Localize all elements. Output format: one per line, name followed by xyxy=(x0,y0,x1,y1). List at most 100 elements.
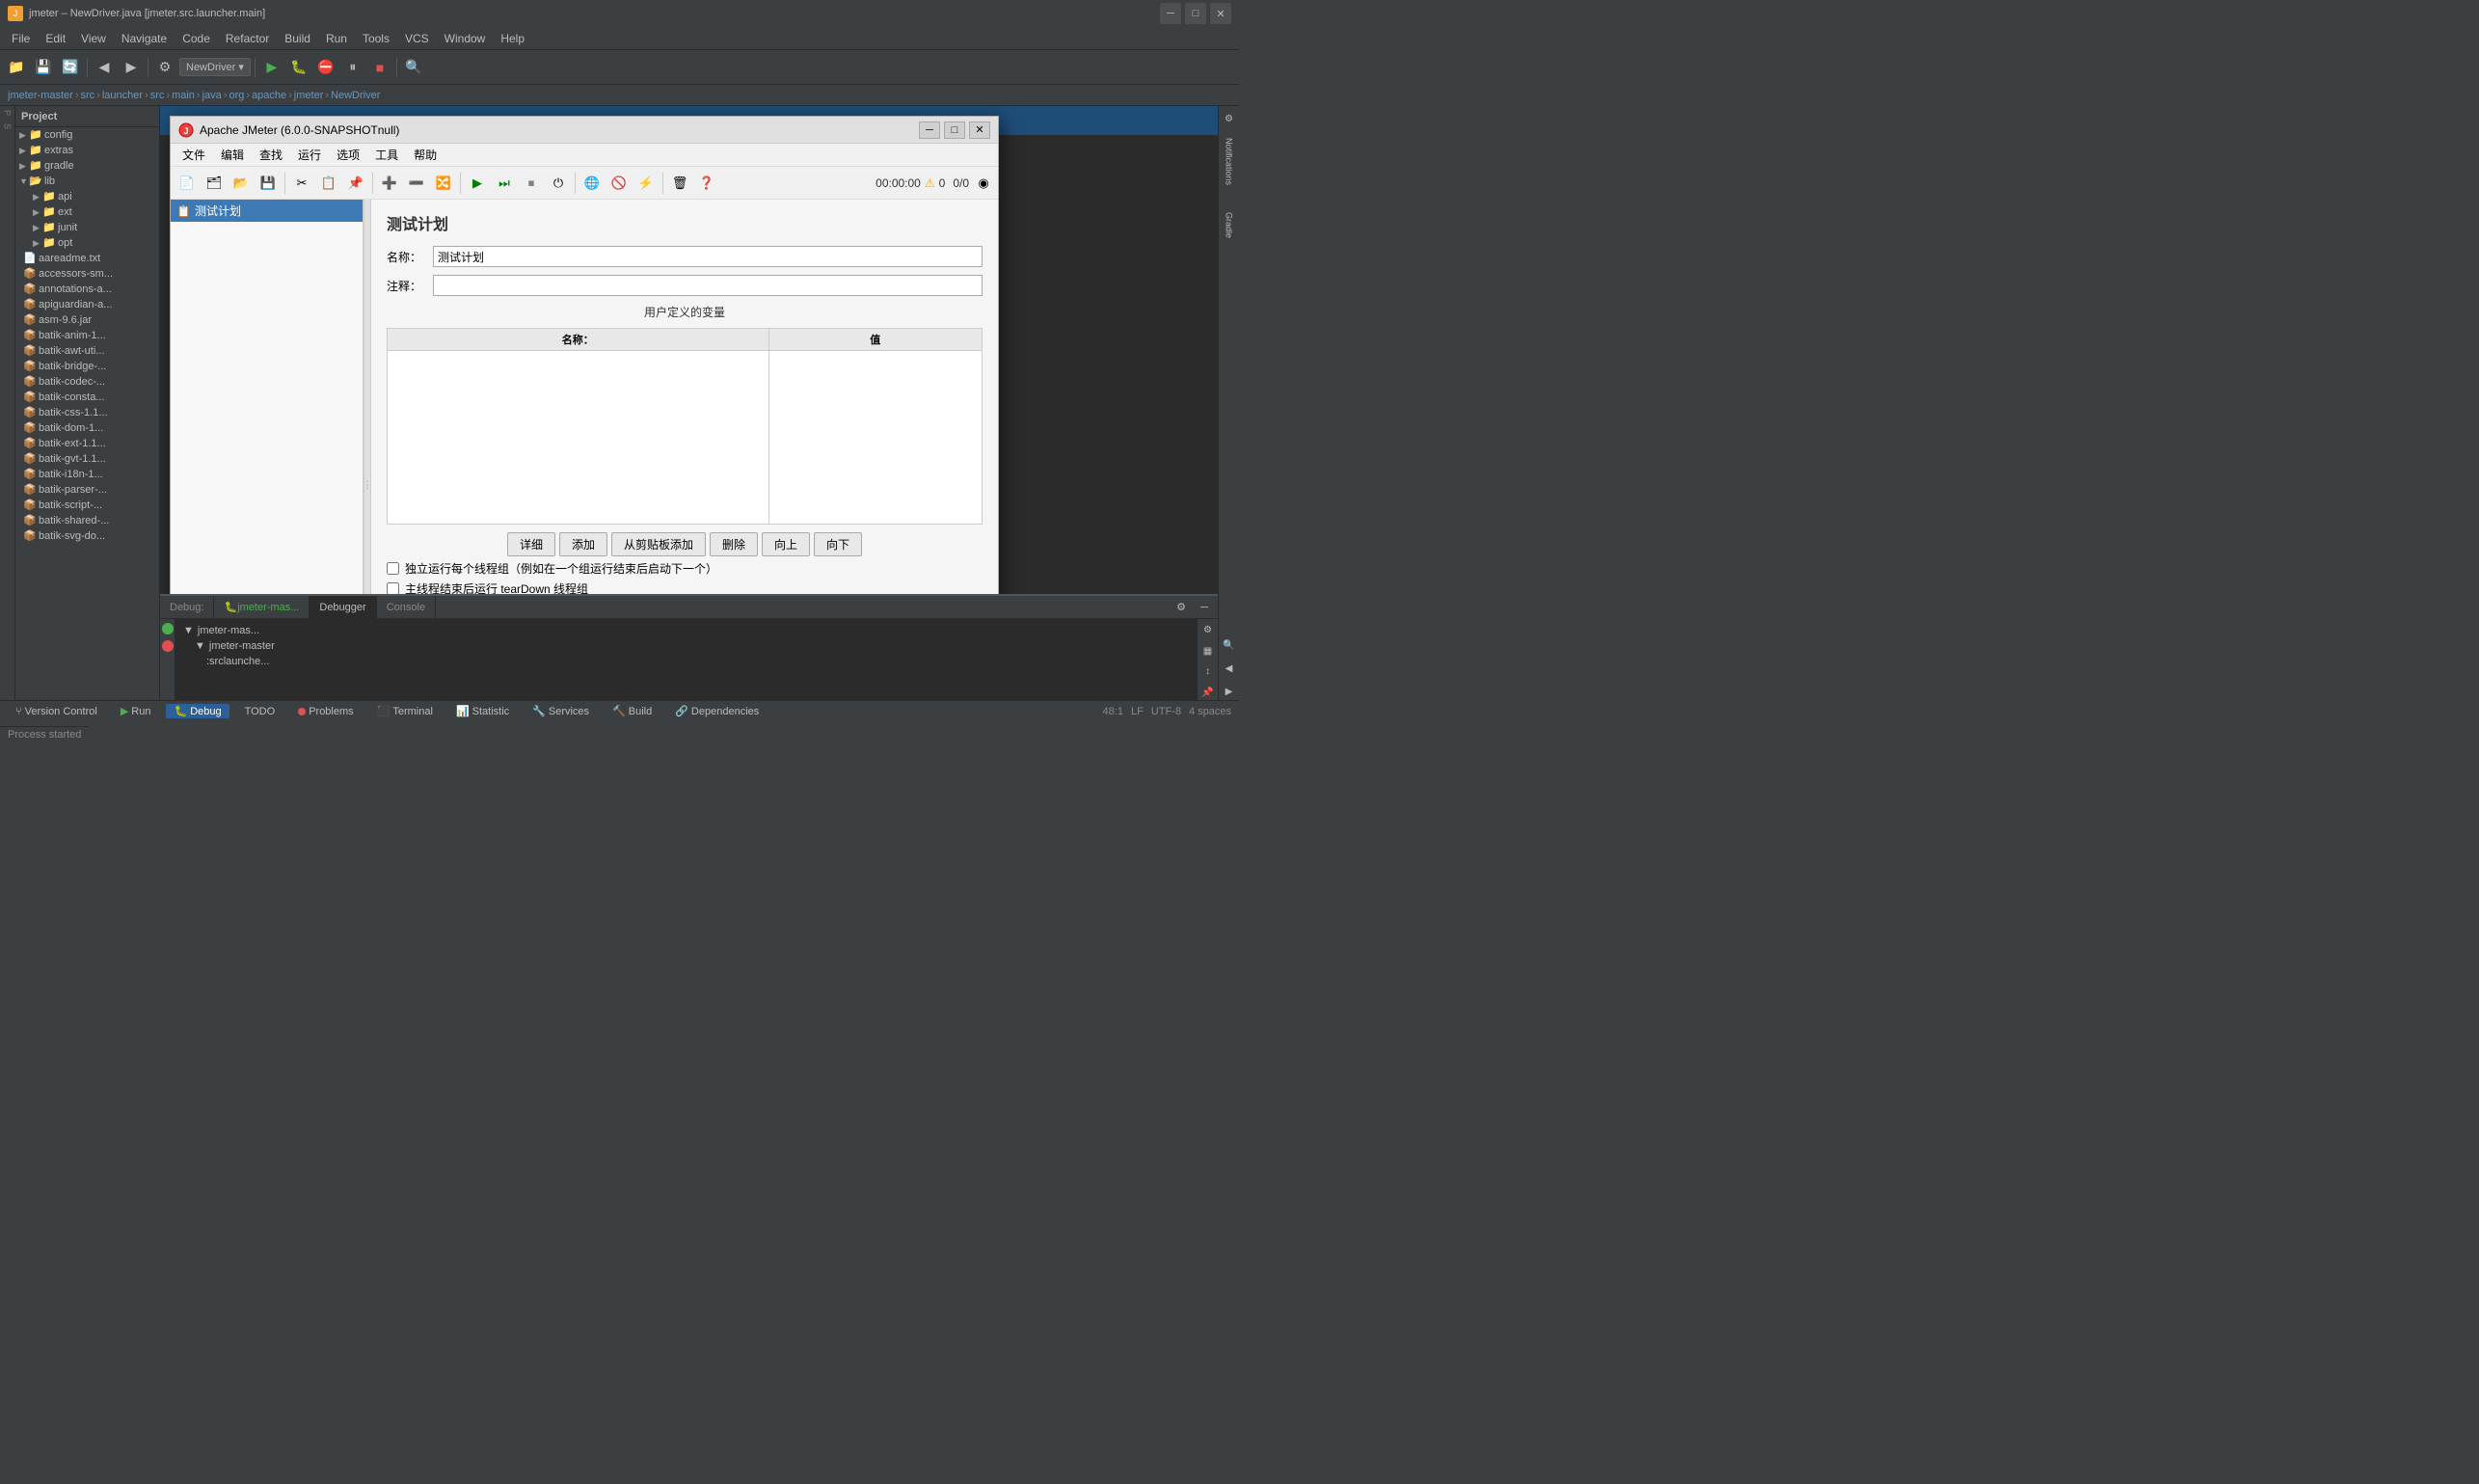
jmeter-remote-run-button[interactable]: 🌐 xyxy=(579,171,605,196)
tree-item-gradle[interactable]: ▶ 📁 gradle xyxy=(15,158,159,174)
breadcrumb-main[interactable]: main xyxy=(172,90,195,101)
breadcrumb-launcher[interactable]: launcher xyxy=(102,90,143,101)
ide-minimize-button[interactable]: ─ xyxy=(1160,3,1181,24)
breadcrumb-src[interactable]: src xyxy=(81,90,95,101)
breadcrumb-apache[interactable]: apache xyxy=(252,90,286,101)
jmeter-menu-file[interactable]: 文件 xyxy=(175,145,213,165)
structure-sidebar-label[interactable]: S xyxy=(3,123,13,129)
right-back-button[interactable]: ◀ xyxy=(1221,660,1238,677)
tree-item-annotations[interactable]: 📦 annotations-a... xyxy=(15,282,159,297)
menu-run[interactable]: Run xyxy=(318,30,355,47)
tree-item-extras[interactable]: ▶ 📁 extras xyxy=(15,143,159,158)
teardown-checkbox[interactable] xyxy=(387,582,399,594)
jmeter-menu-help[interactable]: 帮助 xyxy=(406,145,445,165)
console-tab[interactable]: Console xyxy=(377,596,436,618)
add-button[interactable]: 添加 xyxy=(559,532,607,556)
jmeter-menu-tools[interactable]: 工具 xyxy=(367,145,406,165)
breadcrumb-newdriver[interactable]: NewDriver xyxy=(331,90,380,101)
menu-code[interactable]: Code xyxy=(175,30,218,47)
jmeter-stop-button[interactable]: ⏹ xyxy=(519,171,544,196)
jmeter-maximize-button[interactable]: □ xyxy=(944,121,965,139)
debug-collapse-all-button[interactable]: ↕ xyxy=(1199,664,1217,680)
toolbar-stop-build-button[interactable]: ⛔ xyxy=(313,55,338,80)
jmeter-remote-shutdown-button[interactable]: ⚡ xyxy=(633,171,659,196)
toolbar-open-button[interactable]: 📁 xyxy=(4,55,29,80)
tree-item-batik-ext[interactable]: 📦 batik-ext-1.1... xyxy=(15,436,159,451)
run-config-dropdown[interactable]: NewDriver ▾ xyxy=(179,58,251,76)
right-forward-button[interactable]: ▶ xyxy=(1221,683,1238,700)
statusbar-statistic[interactable]: 📊 Statistic xyxy=(448,704,517,718)
jmeter-save-button[interactable]: 💾 xyxy=(256,171,281,196)
paste-from-clipboard-button[interactable]: 从剪贴板添加 xyxy=(611,532,706,556)
gradle-button[interactable]: Gradle xyxy=(1221,197,1238,255)
tree-item-junit[interactable]: ▶ 📁 junit xyxy=(15,220,159,235)
comment-input[interactable] xyxy=(433,275,983,296)
breadcrumb-src2[interactable]: src xyxy=(150,90,165,101)
menu-view[interactable]: View xyxy=(73,30,114,47)
ide-maximize-button[interactable]: □ xyxy=(1185,3,1206,24)
statusbar-services[interactable]: 🔧 Services xyxy=(525,704,597,718)
breadcrumb-jmeter[interactable]: jmeter xyxy=(294,90,324,101)
project-tree[interactable]: ▶ 📁 config ▶ 📁 extras ▶ 📁 gradle ▼ 📂 xyxy=(15,127,159,700)
tree-item-batik-awt[interactable]: 📦 batik-awt-uti... xyxy=(15,343,159,359)
tree-item-batik-css[interactable]: 📦 batik-css-1.1... xyxy=(15,405,159,420)
menu-refactor[interactable]: Refactor xyxy=(218,30,277,47)
ide-close-button[interactable]: ✕ xyxy=(1210,3,1231,24)
jmeter-run-no-pause-button[interactable]: ⏭ xyxy=(492,171,517,196)
toolbar-stop-button[interactable]: ■ xyxy=(367,55,392,80)
menu-tools[interactable]: Tools xyxy=(355,30,397,47)
jmeter-cut-button[interactable]: ✂ xyxy=(289,171,314,196)
tree-item-batik-bridge[interactable]: 📦 batik-bridge-... xyxy=(15,359,159,374)
toolbar-sync-button[interactable]: 🔄 xyxy=(58,55,83,80)
notifications-button[interactable]: Notifications xyxy=(1221,133,1238,191)
tree-item-apiguardian[interactable]: 📦 apiguardian-a... xyxy=(15,297,159,312)
debug-layout-button[interactable]: ▦ xyxy=(1199,644,1217,660)
menu-vcs[interactable]: VCS xyxy=(397,30,437,47)
tree-item-batik-const[interactable]: 📦 batik-consta... xyxy=(15,390,159,405)
jmeter-clear-button[interactable]: 🗑 xyxy=(667,171,692,196)
toolbar-search-button[interactable]: 🔍 xyxy=(401,55,426,80)
statusbar-todo[interactable]: TODO xyxy=(237,705,283,718)
tree-item-batik-script[interactable]: 📦 batik-script-... xyxy=(15,498,159,513)
jmeter-menu-options[interactable]: 选项 xyxy=(329,145,367,165)
jmeter-copy-button[interactable]: 📋 xyxy=(316,171,341,196)
tree-item-batik-codec[interactable]: 📦 batik-codec-... xyxy=(15,374,159,390)
tree-item-aareadme[interactable]: 📄 aareadme.txt xyxy=(15,251,159,266)
menu-navigate[interactable]: Navigate xyxy=(114,30,175,47)
detail-button[interactable]: 详细 xyxy=(507,532,555,556)
tree-item-batik-i18n[interactable]: 📦 batik-i18n-1... xyxy=(15,467,159,482)
up-button[interactable]: 向上 xyxy=(762,532,810,556)
tree-item-batik-dom[interactable]: 📦 batik-dom-1... xyxy=(15,420,159,436)
menu-window[interactable]: Window xyxy=(437,30,494,47)
statusbar-run[interactable]: ▶ Run xyxy=(113,704,159,718)
debug-minimize-button[interactable]: ─ xyxy=(1195,598,1214,617)
menu-edit[interactable]: Edit xyxy=(38,30,73,47)
breadcrumb-java[interactable]: java xyxy=(202,90,222,101)
jmeter-menu-edit[interactable]: 编辑 xyxy=(213,145,252,165)
jmeter-menu-run[interactable]: 运行 xyxy=(290,145,329,165)
project-sidebar-label[interactable]: P xyxy=(3,110,13,116)
debug-pin-button[interactable]: 📌 xyxy=(1199,686,1217,701)
jmeter-toggle-button[interactable]: 🔀 xyxy=(431,171,456,196)
statusbar-build[interactable]: 🔨 Build xyxy=(605,704,660,718)
jmeter-close-button[interactable]: ✕ xyxy=(969,121,990,139)
jmeter-tree[interactable]: 📋 测试计划 xyxy=(171,200,364,594)
down-button[interactable]: 向下 xyxy=(814,532,862,556)
toolbar-debug-button[interactable]: 🐛 xyxy=(286,55,311,80)
toolbar-pause-button[interactable]: ⏸ xyxy=(340,55,365,80)
tree-item-config[interactable]: ▶ 📁 config xyxy=(15,127,159,143)
tree-item-api[interactable]: ▶ 📁 api xyxy=(15,189,159,204)
toolbar-save-button[interactable]: 💾 xyxy=(31,55,56,80)
jmeter-template-button[interactable]: 🗂 xyxy=(202,171,227,196)
jmeter-minimize-button[interactable]: ─ xyxy=(919,121,940,139)
breadcrumb-org[interactable]: org xyxy=(229,90,244,101)
jmeter-paste-button[interactable]: 📌 xyxy=(343,171,368,196)
tree-item-batik-gvt[interactable]: 📦 batik-gvt-1.1... xyxy=(15,451,159,467)
toolbar-run-button[interactable]: ▶ xyxy=(259,55,284,80)
statusbar-problems[interactable]: Problems xyxy=(290,705,361,718)
toolbar-forward-button[interactable]: ▶ xyxy=(119,55,144,80)
menu-build[interactable]: Build xyxy=(277,30,318,47)
tree-resize-handle[interactable]: ⋮ xyxy=(364,200,371,594)
right-search-button[interactable]: 🔍 xyxy=(1221,636,1238,654)
jmeter-collapse-button[interactable]: ➖ xyxy=(404,171,429,196)
